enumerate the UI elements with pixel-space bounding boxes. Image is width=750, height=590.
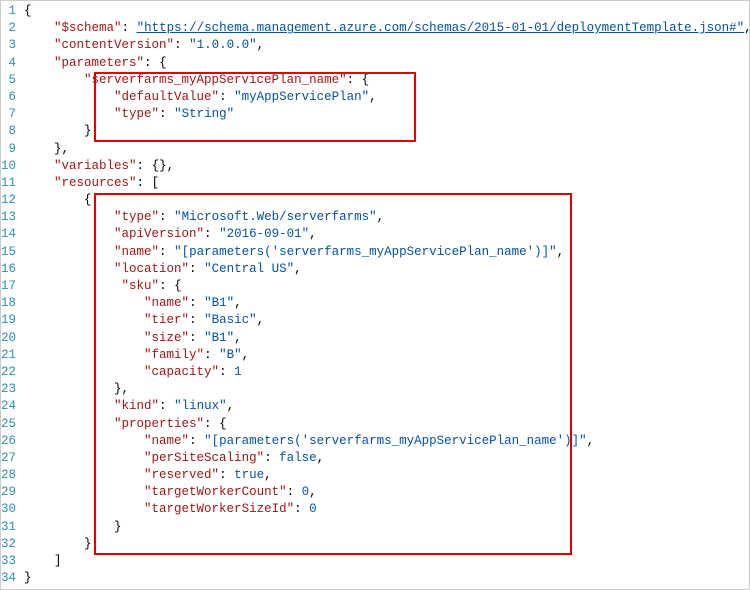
code-line: "name": "[parameters('serverfarms_myAppS… xyxy=(24,244,750,261)
line-number: 30 xyxy=(1,501,16,518)
code-line: "$schema": "https://schema.management.az… xyxy=(24,20,750,37)
code-line: "location": "Central US", xyxy=(24,261,750,278)
code-line: "type": "String" xyxy=(24,106,750,123)
code-line: ] xyxy=(24,553,750,570)
code-line: } xyxy=(24,570,750,587)
line-number: 23 xyxy=(1,381,16,398)
code-line: "properties": { xyxy=(24,416,750,433)
line-number: 4 xyxy=(1,55,16,72)
code-line: "sku": { xyxy=(24,278,750,295)
code-line: "targetWorkerCount": 0, xyxy=(24,484,750,501)
line-number: 15 xyxy=(1,244,16,261)
code-line: "serverfarms_myAppServicePlan_name": { xyxy=(24,72,750,89)
code-line: } xyxy=(24,519,750,536)
code-line: "family": "B", xyxy=(24,347,750,364)
line-number: 3 xyxy=(1,37,16,54)
code-line: "name": "[parameters('serverfarms_myAppS… xyxy=(24,433,750,450)
code-line: "tier": "Basic", xyxy=(24,312,750,329)
line-number: 16 xyxy=(1,261,16,278)
line-number: 33 xyxy=(1,553,16,570)
code-line: { xyxy=(24,3,750,20)
code-line: "capacity": 1 xyxy=(24,364,750,381)
line-number: 31 xyxy=(1,519,16,536)
line-number: 24 xyxy=(1,398,16,415)
line-number: 6 xyxy=(1,89,16,106)
code-line: "parameters": { xyxy=(24,55,750,72)
line-number: 34 xyxy=(1,570,16,587)
code-line: "reserved": true, xyxy=(24,467,750,484)
line-number: 11 xyxy=(1,175,16,192)
line-number: 8 xyxy=(1,123,16,140)
code-line: } xyxy=(24,123,750,140)
line-number: 20 xyxy=(1,330,16,347)
line-number: 13 xyxy=(1,209,16,226)
line-number: 1 xyxy=(1,3,16,20)
code-line: }, xyxy=(24,141,750,158)
line-number: 21 xyxy=(1,347,16,364)
code-line: "name": "B1", xyxy=(24,295,750,312)
code-line: "size": "B1", xyxy=(24,330,750,347)
line-number: 29 xyxy=(1,484,16,501)
line-number: 17 xyxy=(1,278,16,295)
code-line: }, xyxy=(24,381,750,398)
code-editor[interactable]: 1234567891011121314151617181920212223242… xyxy=(1,1,749,589)
line-number: 9 xyxy=(1,141,16,158)
line-number: 14 xyxy=(1,226,16,243)
line-number: 10 xyxy=(1,158,16,175)
code-line: "perSiteScaling": false, xyxy=(24,450,750,467)
code-line: } xyxy=(24,536,750,553)
code-line: "type": "Microsoft.Web/serverfarms", xyxy=(24,209,750,226)
line-number: 2 xyxy=(1,20,16,37)
code-line: "contentVersion": "1.0.0.0", xyxy=(24,37,750,54)
line-number: 7 xyxy=(1,106,16,123)
code-content[interactable]: { "$schema": "https://schema.management.… xyxy=(24,1,750,589)
line-number: 28 xyxy=(1,467,16,484)
line-number: 12 xyxy=(1,192,16,209)
line-number: 22 xyxy=(1,364,16,381)
code-line: "defaultValue": "myAppServicePlan", xyxy=(24,89,750,106)
line-number-gutter: 1234567891011121314151617181920212223242… xyxy=(1,1,24,589)
line-number: 18 xyxy=(1,295,16,312)
line-number: 27 xyxy=(1,450,16,467)
code-line: "resources": [ xyxy=(24,175,750,192)
line-number: 5 xyxy=(1,72,16,89)
code-line: "kind": "linux", xyxy=(24,398,750,415)
line-number: 26 xyxy=(1,433,16,450)
code-line: "variables": {}, xyxy=(24,158,750,175)
line-number: 19 xyxy=(1,312,16,329)
code-line: { xyxy=(24,192,750,209)
code-line: "apiVersion": "2016-09-01", xyxy=(24,226,750,243)
code-line: "targetWorkerSizeId": 0 xyxy=(24,501,750,518)
line-number: 25 xyxy=(1,416,16,433)
line-number: 32 xyxy=(1,536,16,553)
